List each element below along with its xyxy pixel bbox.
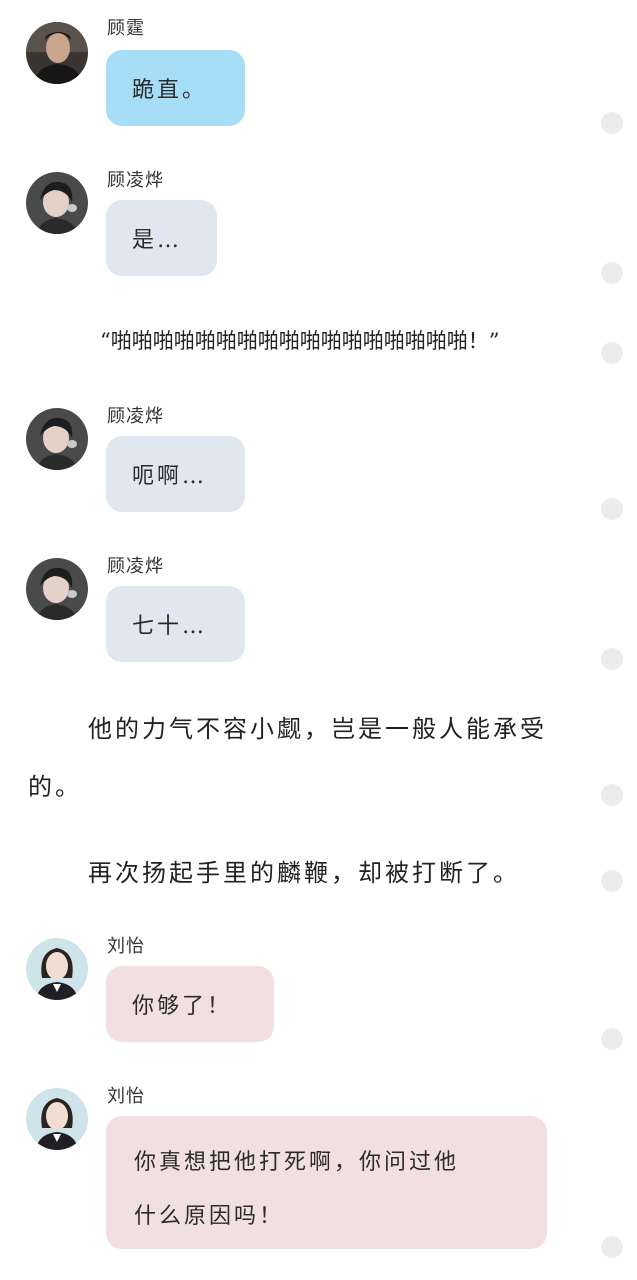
avatar-woman-icon[interactable] (26, 1088, 88, 1150)
sender-name: 顾凌烨 (107, 406, 164, 427)
side-dot (601, 498, 623, 520)
sender-name: 刘怡 (107, 936, 145, 957)
avatar-woman-icon[interactable] (26, 938, 88, 1000)
narration-paragraph: 他的力气不容小觑，岂是一般人能承受 (88, 715, 547, 743)
message-bubble[interactable]: 呃啊… (106, 436, 245, 512)
narration-sound: “啪啪啪啪啪啪啪啪啪啪啪啪啪啪啪啪啪！” (100, 329, 500, 353)
message-bubble[interactable]: 七十… (106, 586, 245, 662)
side-dot (601, 112, 623, 134)
narration-paragraph: 再次扬起手里的麟鞭，却被打断了。 (88, 859, 520, 887)
side-dot (601, 1028, 623, 1050)
side-dot (601, 262, 623, 284)
sender-name: 顾凌烨 (107, 170, 164, 191)
sender-name: 刘怡 (107, 1086, 145, 1107)
avatar-man-icon[interactable] (26, 22, 88, 84)
avatar-boy-icon[interactable] (26, 558, 88, 620)
side-dot (601, 784, 623, 806)
avatar-boy-icon[interactable] (26, 172, 88, 234)
message-bubble[interactable]: 你真想把他打死啊，你问过他 什么原因吗！ (106, 1116, 547, 1249)
side-dot (601, 648, 623, 670)
message-bubble[interactable]: 是… (106, 200, 217, 276)
avatar-boy-icon[interactable] (26, 408, 88, 470)
side-dot (601, 870, 623, 892)
narration-paragraph: 的。 (28, 773, 82, 801)
message-line: 你真想把他打死啊，你问过他 (134, 1150, 460, 1175)
sender-name: 顾凌烨 (107, 556, 164, 577)
side-dot (601, 1236, 623, 1258)
sender-name: 顾霆 (107, 18, 145, 39)
message-bubble[interactable]: 跪直。 (106, 50, 245, 126)
side-dot (601, 342, 623, 364)
message-bubble[interactable]: 你够了！ (106, 966, 274, 1042)
message-line: 什么原因吗！ (134, 1204, 285, 1229)
